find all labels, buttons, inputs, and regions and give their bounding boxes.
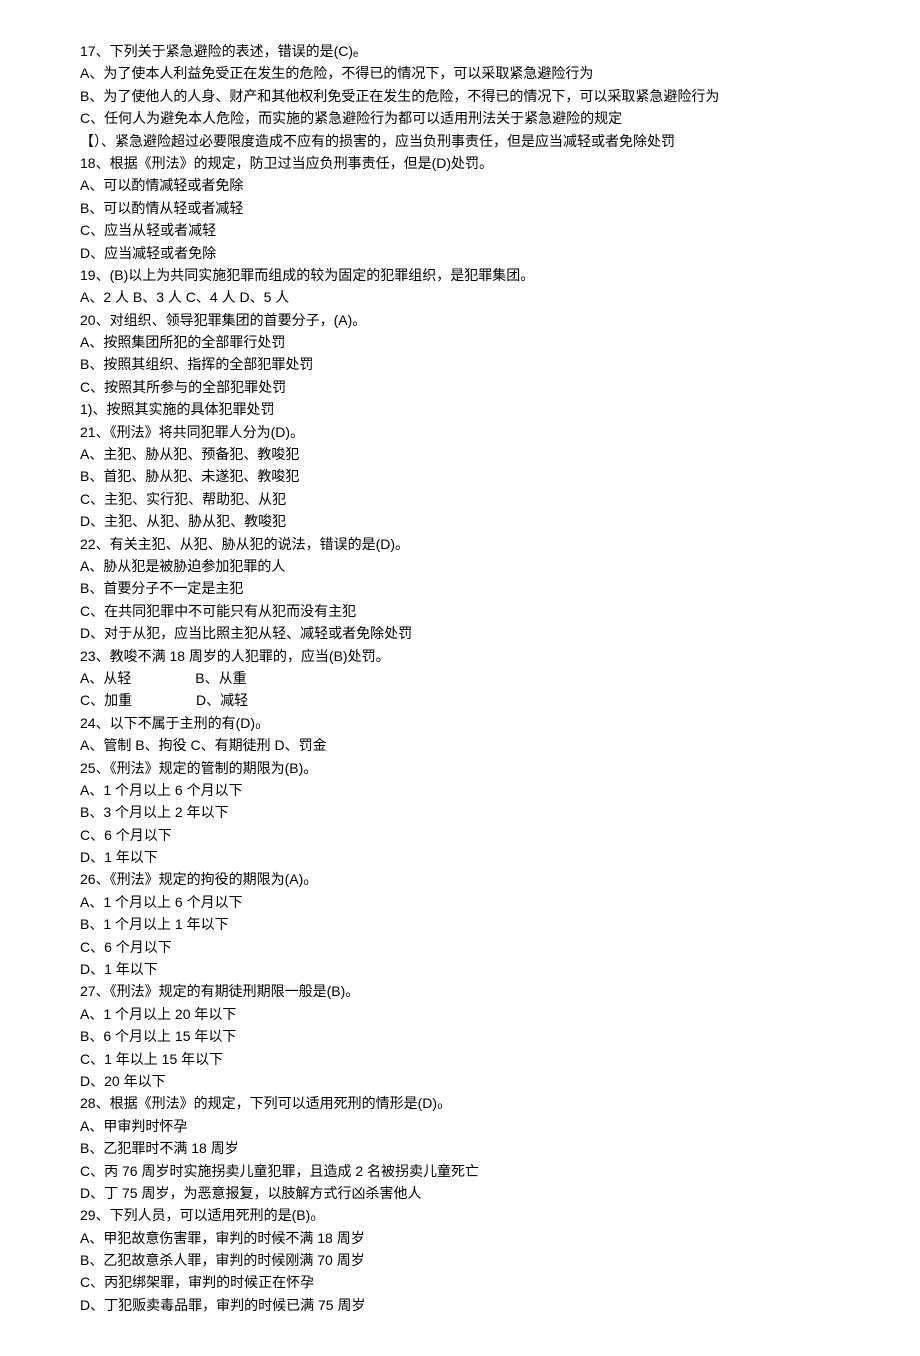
- q23-option-c: C、加重: [80, 689, 132, 711]
- text-line: B、1 个月以上 1 年以下: [80, 913, 840, 935]
- text-line: C、主犯、实行犯、帮助犯、从犯: [80, 488, 840, 510]
- q23-option-a: A、从轻: [80, 667, 131, 689]
- text-line: B、3 个月以上 2 年以下: [80, 801, 840, 823]
- text-line: D、1 年以下: [80, 958, 840, 980]
- text-line: B、首要分子不一定是主犯: [80, 577, 840, 599]
- text-line: D、丁 75 周岁，为恶意报复，以肢解方式行凶杀害他人: [80, 1182, 840, 1204]
- q23-option-d: D、减轻: [196, 689, 248, 711]
- text-line: 23、教唆不满 18 周岁的人犯罪的，应当(B)处罚。: [80, 645, 840, 667]
- text-line: A、可以酌情减轻或者免除: [80, 174, 840, 196]
- text-line: B、可以酌情从轻或者减轻: [80, 197, 840, 219]
- text-line: A、按照集团所犯的全部罪行处罚: [80, 331, 840, 353]
- text-line: A、甲犯故意伤害罪，审判的时候不满 18 周岁: [80, 1227, 840, 1249]
- text-line: C、丙犯绑架罪，审判的时候正在怀孕: [80, 1271, 840, 1293]
- text-line: D、对于从犯，应当比照主犯从轻、减轻或者免除处罚: [80, 622, 840, 644]
- text-line: 1)、按照其实施的具体犯罪处罚: [80, 398, 840, 420]
- text-line: C、应当从轻或者减轻: [80, 219, 840, 241]
- text-line: C、丙 76 周岁时实施拐卖儿童犯罪，且造成 2 名被拐卖儿童死亡: [80, 1160, 840, 1182]
- text-line: A、1 个月以上 6 个月以下: [80, 891, 840, 913]
- text-line: 20、对组织、领导犯罪集团的首要分子，(A)。: [80, 309, 840, 331]
- text-line: B、为了使他人的人身、财产和其他权利免受正在发生的危险，不得已的情况下，可以采取…: [80, 85, 840, 107]
- text-line: 【）、紧急避险超过必要限度造成不应有的损害的，应当负刑事责任，但是应当减轻或者免…: [80, 130, 840, 152]
- text-block-2: 24、以下不属于主刑的有(D)₀A、管制 B、拘役 C、有期徒刑 D、罚金25、…: [80, 712, 840, 1317]
- text-line: 28、根据《刑法》的规定，下列可以适用死刑的情形是(D)₀: [80, 1092, 840, 1114]
- text-line: B、乙犯罪时不满 18 周岁: [80, 1137, 840, 1159]
- text-line: D、主犯、从犯、胁从犯、教唆犯: [80, 510, 840, 532]
- text-line: C、按照其所参与的全部犯罪处罚: [80, 376, 840, 398]
- text-line: C、在共同犯罪中不可能只有从犯而没有主犯: [80, 600, 840, 622]
- text-line: A、管制 B、拘役 C、有期徒刑 D、罚金: [80, 734, 840, 756]
- text-block-1: 17、下列关于紧急避险的表述，错误的是(C)ₑA、为了使本人利益免受正在发生的危…: [80, 40, 840, 667]
- document-body: 17、下列关于紧急避险的表述，错误的是(C)ₑA、为了使本人利益免受正在发生的危…: [80, 40, 840, 1316]
- text-line: C、6 个月以下: [80, 824, 840, 846]
- text-line: C、任何人为避免本人危险，而实施的紧急避险行为都可以适用刑法关于紧急避险的规定: [80, 107, 840, 129]
- text-line: 26、《刑法》规定的拘役的期限为(A)₀: [80, 868, 840, 890]
- text-line: A、1 个月以上 20 年以下: [80, 1003, 840, 1025]
- text-line: 27、《刑法》规定的有期徒刑期限一般是(B)。: [80, 980, 840, 1002]
- text-line: A、2 人 B、3 人 C、4 人 D、5 人: [80, 286, 840, 308]
- text-line: 17、下列关于紧急避险的表述，错误的是(C)ₑ: [80, 40, 840, 62]
- text-line: B、按照其组织、指挥的全部犯罪处罚: [80, 353, 840, 375]
- q23-option-b: B、从重: [195, 667, 246, 689]
- text-line: A、胁从犯是被胁迫参加犯罪的人: [80, 555, 840, 577]
- text-line: 22、有关主犯、从犯、胁从犯的说法，错误的是(D)。: [80, 533, 840, 555]
- text-line: A、主犯、胁从犯、预备犯、教唆犯: [80, 443, 840, 465]
- text-line: D、应当减轻或者免除: [80, 242, 840, 264]
- text-line: B、首犯、胁从犯、未遂犯、教唆犯: [80, 465, 840, 487]
- text-line: C、1 年以上 15 年以下: [80, 1048, 840, 1070]
- text-line: 25、《刑法》规定的管制的期限为(B)。: [80, 757, 840, 779]
- q23-options-row1: A、从轻 B、从重: [80, 667, 840, 689]
- text-line: 18、根据《刑法》的规定，防卫过当应负刑事责任，但是(D)处罚。: [80, 152, 840, 174]
- text-line: A、为了使本人利益免受正在发生的危险，不得已的情况下，可以采取紧急避险行为: [80, 62, 840, 84]
- text-line: 29、下列人员，可以适用死刑的是(B)₀: [80, 1204, 840, 1226]
- text-line: A、1 个月以上 6 个月以下: [80, 779, 840, 801]
- text-line: D、1 年以下: [80, 846, 840, 868]
- text-line: D、丁犯贩卖毒品罪，审判的时候已满 75 周岁: [80, 1294, 840, 1316]
- q23-options-row2: C、加重 D、减轻: [80, 689, 840, 711]
- text-line: 21、《刑法》将共同犯罪人分为(D)。: [80, 421, 840, 443]
- text-line: A、甲审判时怀孕: [80, 1115, 840, 1137]
- text-line: B、6 个月以上 15 年以下: [80, 1025, 840, 1047]
- text-line: C、6 个月以下: [80, 936, 840, 958]
- text-line: B、乙犯故意杀人罪，审判的时候刚满 70 周岁: [80, 1249, 840, 1271]
- text-line: D、20 年以下: [80, 1070, 840, 1092]
- text-line: 24、以下不属于主刑的有(D)₀: [80, 712, 840, 734]
- text-line: 19、(B)以上为共同实施犯罪而组成的较为固定的犯罪组织，是犯罪集团。: [80, 264, 840, 286]
